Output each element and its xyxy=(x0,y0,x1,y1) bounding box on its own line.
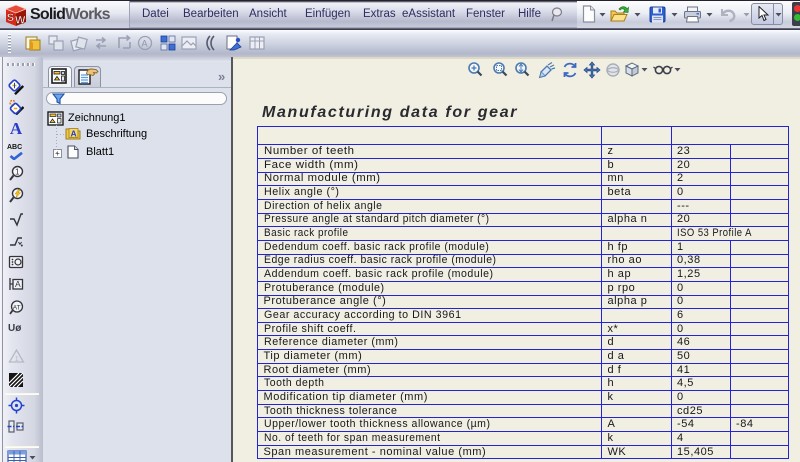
svg-text:AT: AT xyxy=(13,304,21,311)
svg-text:A: A xyxy=(15,279,21,289)
svg-text:S: S xyxy=(7,12,14,24)
svg-text:A: A xyxy=(142,39,148,49)
svg-text:A: A xyxy=(71,129,77,139)
svg-text:W: W xyxy=(15,15,26,27)
svg-text:1: 1 xyxy=(15,168,20,177)
svg-text:1: 1 xyxy=(15,356,19,363)
